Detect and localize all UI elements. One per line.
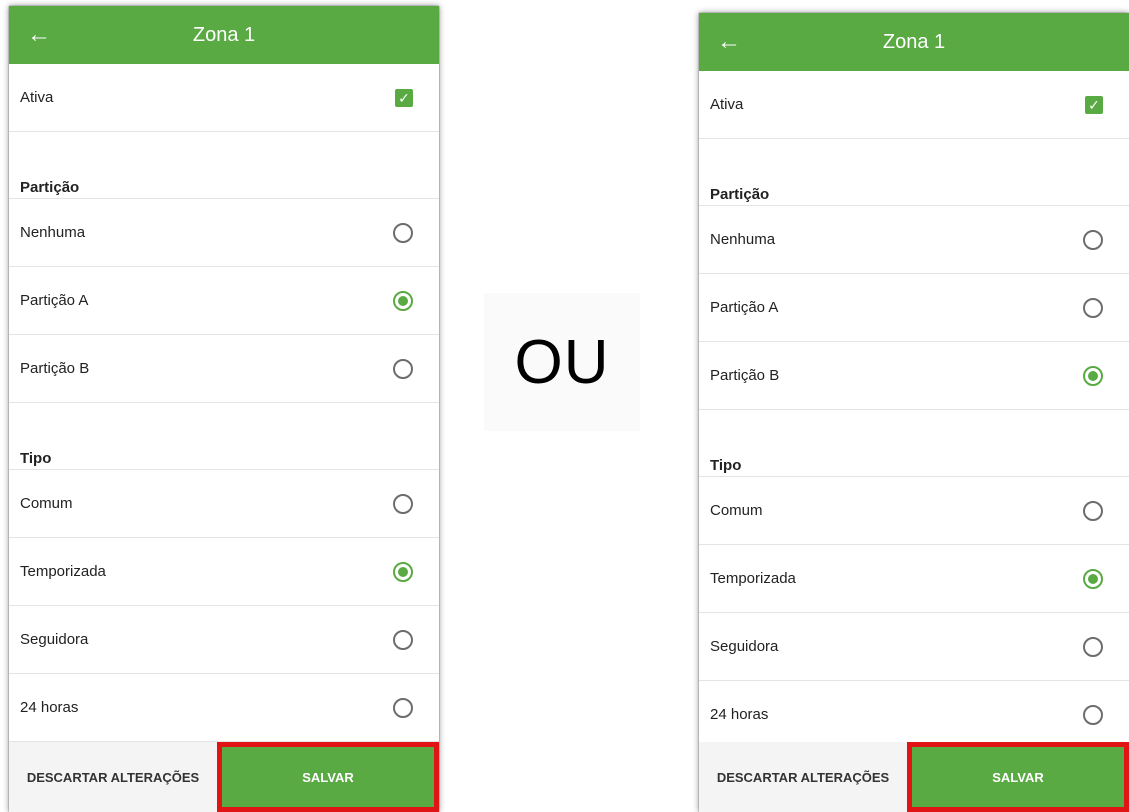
particao-header: Partição [699,183,1129,206]
particao-option-label: Nenhuma [710,231,776,248]
tipo-option-label: Temporizada [710,570,796,587]
tipo-header: Tipo [699,454,1129,477]
tipo-option-row[interactable]: Seguidora [9,606,439,674]
save-button[interactable]: SALVAR [217,742,439,812]
particao-option-row[interactable]: Partição B [9,335,439,403]
tipo-radio[interactable] [1083,500,1103,521]
particao-option-label: Nenhuma [20,224,86,241]
ativa-label: Ativa [20,89,54,106]
screen-title: Zona 1 [882,30,946,53]
tipo-option-label: Seguidora [710,638,779,655]
action-footer: DESCARTAR ALTERAÇÕES SALVAR [9,742,439,812]
particao-option-row[interactable]: Partição A [699,274,1129,342]
particao-option-row[interactable]: Partição A [9,267,439,335]
tipo-header: Tipo [9,447,439,470]
tipo-option-row[interactable]: Temporizada [699,545,1129,613]
save-button[interactable]: SALVAR [907,742,1129,812]
ativa-row[interactable]: Ativa ✓ [9,64,439,132]
tipo-option-row[interactable]: Seguidora [699,613,1129,681]
app-bar: ← Zona 1 [699,13,1129,71]
tipo-radio[interactable] [393,561,413,582]
particao-option-label: Partição B [710,367,780,384]
tipo-option-label: 24 horas [710,706,769,723]
app-bar: ← Zona 1 [9,6,439,64]
tipo-radio[interactable] [393,493,413,514]
particao-radio[interactable] [393,222,413,243]
particao-radio[interactable] [1083,229,1103,250]
ativa-checkbox[interactable]: ✓ [1085,95,1103,114]
tipo-radio[interactable] [393,697,413,718]
tipo-option-label: Comum [710,502,763,519]
particao-option-row[interactable]: Partição B [699,342,1129,410]
particao-option-row[interactable]: Nenhuma [699,206,1129,274]
tipo-option-row[interactable]: Temporizada [9,538,439,606]
phone-screen-right: ← Zona 1 Ativa ✓ Partição Nenhuma Partição A Pa… [699,13,1129,812]
tipo-option-row[interactable]: 24 horas [9,674,439,742]
tipo-radio[interactable] [393,629,413,650]
phone-screen-left: ← Zona 1 Ativa ✓ Partição Nenhuma Partição A Pa… [9,6,439,812]
particao-radio[interactable] [1083,365,1103,386]
tipo-option-row[interactable]: 24 horas [699,681,1129,749]
back-arrow-icon[interactable]: ← [9,6,69,64]
ativa-row[interactable]: Ativa ✓ [699,71,1129,139]
particao-radio[interactable] [393,358,413,379]
tipo-radio[interactable] [1083,568,1103,589]
tipo-radio[interactable] [1083,636,1103,657]
ativa-label: Ativa [710,96,744,113]
tipo-option-label: Temporizada [20,563,106,580]
particao-header: Partição [9,176,439,199]
ativa-checkbox[interactable]: ✓ [395,88,413,107]
particao-radio[interactable] [1083,297,1103,318]
or-separator: OU [484,293,640,431]
action-footer: DESCARTAR ALTERAÇÕES SALVAR [699,742,1129,812]
back-arrow-icon[interactable]: ← [699,13,759,71]
screen-title: Zona 1 [192,23,256,46]
tipo-option-row[interactable]: Comum [699,477,1129,545]
discard-button[interactable]: DESCARTAR ALTERAÇÕES [9,742,217,812]
particao-option-label: Partição B [20,360,90,377]
particao-option-label: Partição A [710,299,779,316]
tipo-option-label: 24 horas [20,699,79,716]
tipo-radio[interactable] [1083,704,1103,725]
particao-option-label: Partição A [20,292,89,309]
tipo-option-label: Seguidora [20,631,89,648]
particao-radio[interactable] [393,290,413,311]
particao-option-row[interactable]: Nenhuma [9,199,439,267]
tipo-option-row[interactable]: Comum [9,470,439,538]
tipo-option-label: Comum [20,495,73,512]
discard-button[interactable]: DESCARTAR ALTERAÇÕES [699,742,907,812]
